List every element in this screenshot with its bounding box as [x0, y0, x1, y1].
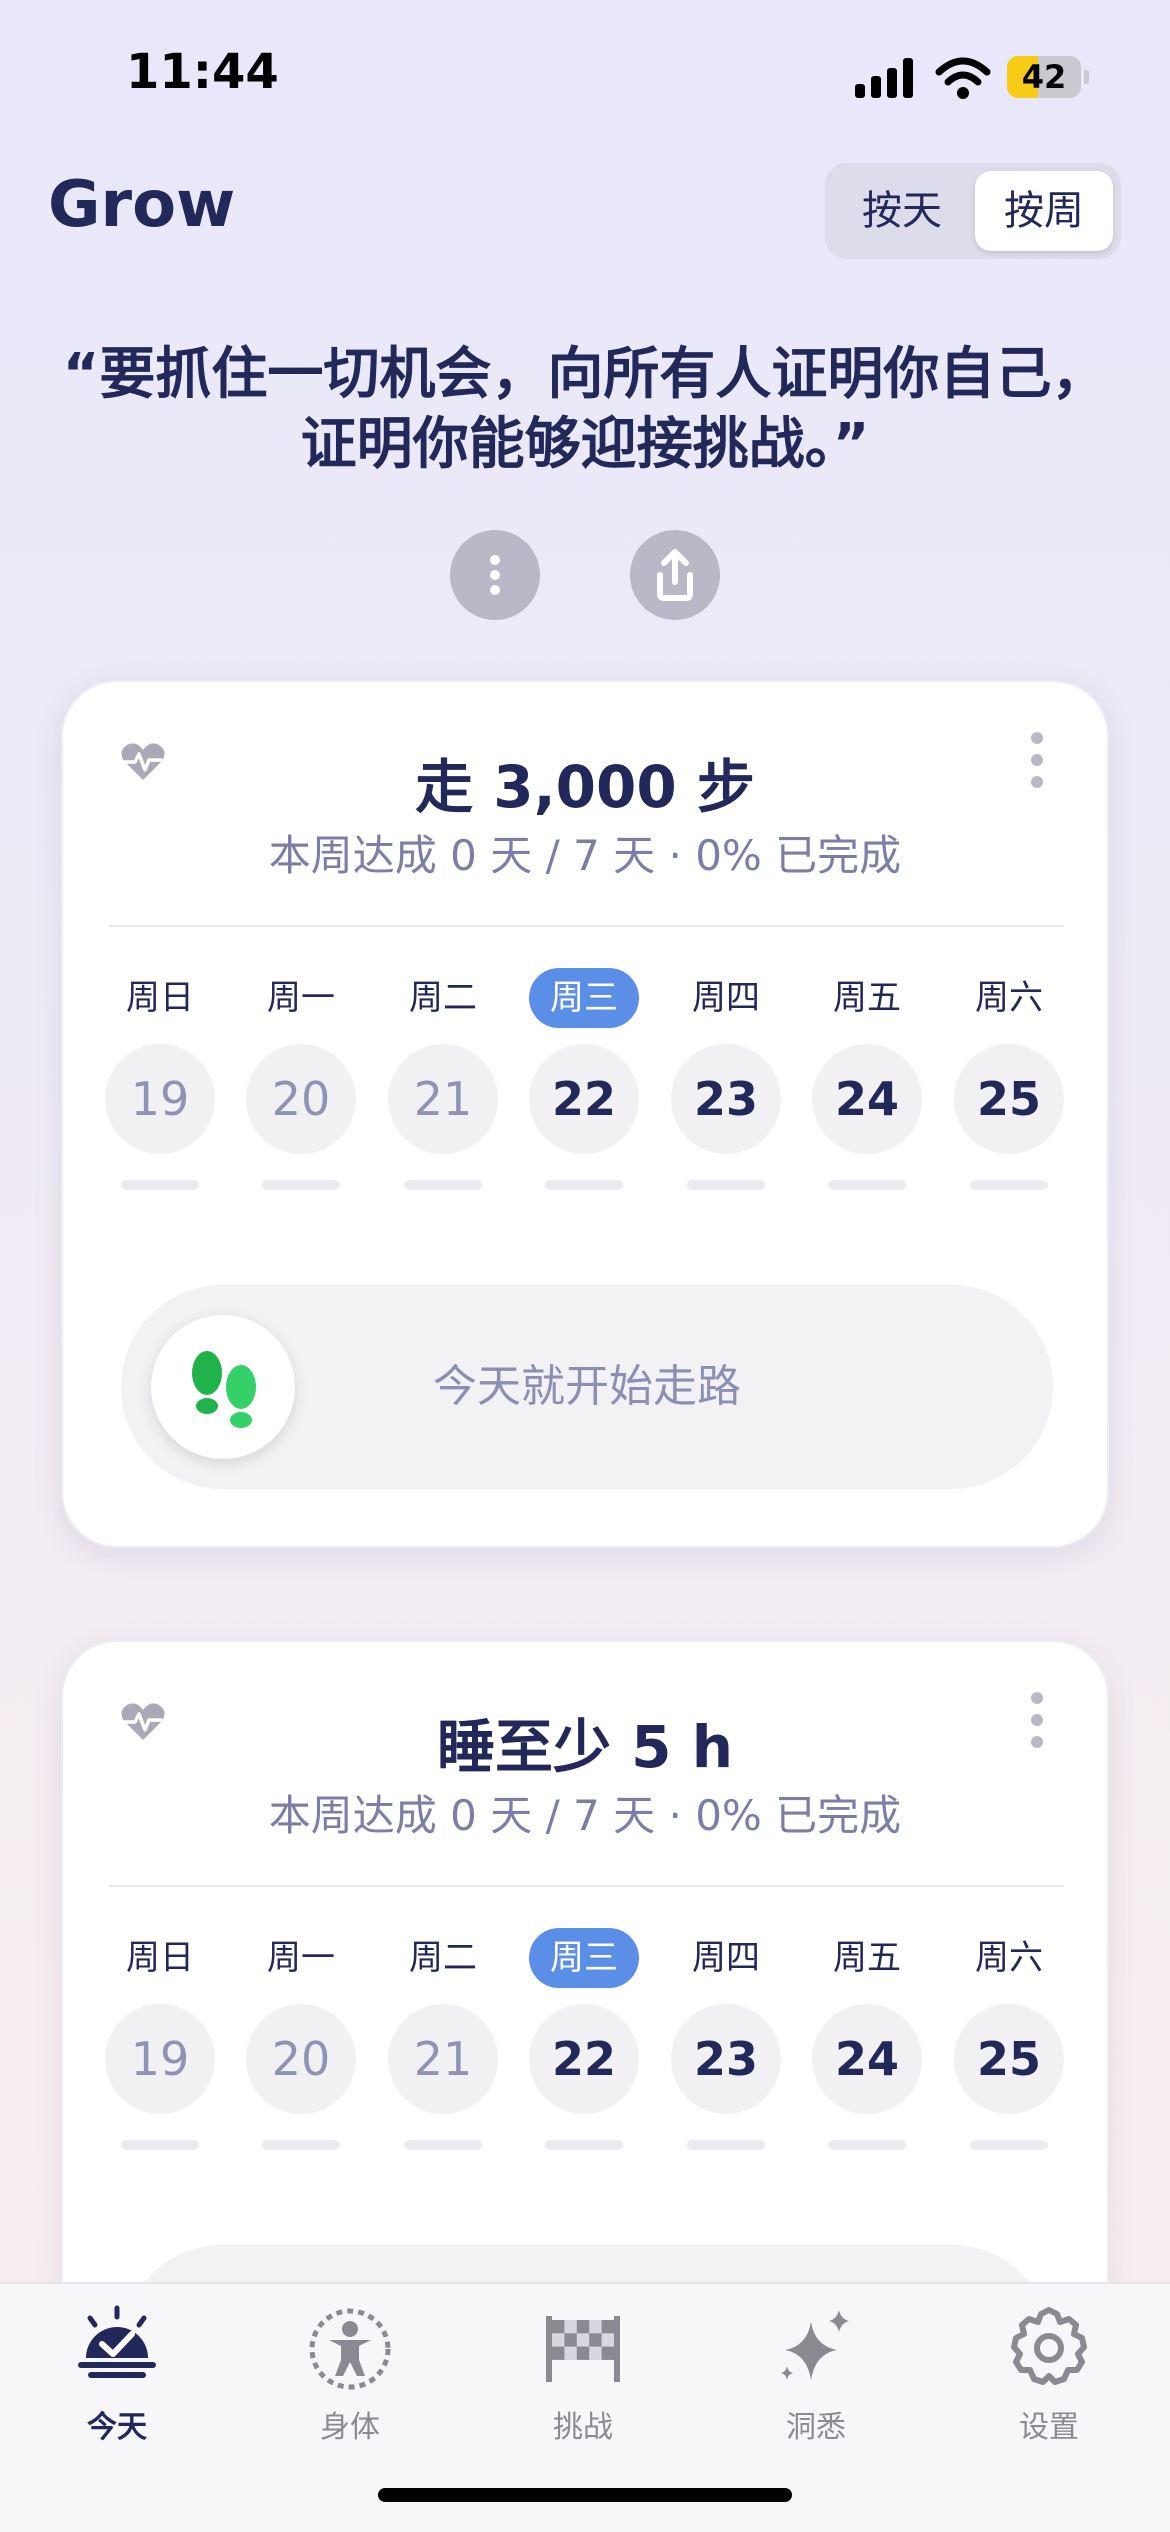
day-progress-bar	[970, 2140, 1048, 2150]
day-progress-bar	[404, 1180, 482, 1190]
share-button[interactable]	[630, 530, 720, 620]
weekday-label-today: 周三	[529, 1928, 639, 1988]
tab-label: 洞悉	[786, 2410, 846, 2445]
weekday-label: 周二	[409, 1938, 477, 1978]
day-number: 19	[105, 2004, 215, 2114]
day-progress-bar	[687, 1180, 765, 1190]
day-progress-bar	[121, 2140, 199, 2150]
tab-insights[interactable]: 洞悉	[736, 2304, 896, 2445]
wifi-icon	[935, 57, 991, 99]
weekday-label: 周四	[692, 978, 760, 1018]
day-number: 24	[812, 2004, 922, 2114]
start-walking-button[interactable]: 今天就开始走路	[121, 1285, 1053, 1489]
tab-body[interactable]: 身体	[270, 2304, 430, 2445]
divider	[109, 1885, 1063, 1887]
weekday-label: 周日	[126, 978, 194, 1018]
footprints-icon	[151, 1315, 295, 1459]
more-options-button[interactable]	[450, 530, 540, 620]
gear-icon	[1011, 2307, 1087, 2385]
day-progress-bar	[262, 1180, 340, 1190]
day-progress-bar	[404, 2140, 482, 2150]
week-row: 周日 19 周一 20 周二 21 周三 22 周四 23 周五 24 周六 2…	[105, 968, 1065, 1228]
week-row: 周日 19 周一 20 周二 21 周三 22 周四 23 周五 24 周六 2…	[105, 1928, 1065, 2188]
day-number: 20	[246, 2004, 356, 2114]
day-column[interactable]: 周二 21	[388, 968, 498, 1208]
today-icon	[78, 2305, 156, 2378]
day-number: 19	[105, 1044, 215, 1154]
status-bar: 11:44 42	[0, 0, 1170, 150]
day-number: 22	[529, 2004, 639, 2114]
tab-label: 身体	[320, 2410, 380, 2445]
day-column[interactable]: 周五 24	[812, 968, 922, 1208]
day-number: 21	[388, 2004, 498, 2114]
day-column[interactable]: 周日 19	[105, 968, 215, 1208]
weekday-label: 周四	[692, 1938, 760, 1978]
motivational-quote: “要抓住一切机会，向所有人证明你自己，证明你能够迎接挑战。”	[62, 342, 1108, 477]
day-column[interactable]: 周六 25	[954, 968, 1064, 1208]
weekday-label-today: 周三	[529, 968, 639, 1028]
weekday-label: 周一	[267, 1938, 335, 1978]
day-number: 23	[671, 2004, 781, 2114]
tab-label: 设置	[1019, 2410, 1079, 2445]
body-icon	[309, 2308, 391, 2390]
day-column-today[interactable]: 周三 22	[529, 1928, 639, 2168]
cellular-signal-icon	[855, 58, 915, 98]
day-progress-bar	[828, 2140, 906, 2150]
sparkle-icon	[781, 2310, 849, 2380]
tab-today[interactable]: 今天	[37, 2304, 197, 2445]
day-column[interactable]: 周五 24	[812, 1928, 922, 2168]
segment-by-day[interactable]: 按天	[833, 171, 971, 251]
day-progress-bar	[545, 2140, 623, 2150]
day-column[interactable]: 周四 23	[671, 968, 781, 1208]
day-number: 25	[954, 2004, 1064, 2114]
day-column[interactable]: 周二 21	[388, 1928, 498, 2168]
view-mode-segmented-control: 按天 按周	[825, 163, 1121, 259]
day-number: 23	[671, 1044, 781, 1154]
weekday-label: 周一	[267, 978, 335, 1018]
day-progress-bar	[121, 1180, 199, 1190]
goal-card-steps[interactable]: 走 3,000 步 本周达成 0 天 / 7 天 · 0% 已完成 周日 19 …	[61, 680, 1109, 1548]
day-column[interactable]: 周一 20	[246, 968, 356, 1208]
weekday-label: 周五	[833, 1938, 901, 1978]
checkered-flag-icon	[546, 2316, 620, 2382]
home-indicator[interactable]	[378, 2488, 792, 2502]
tab-label: 今天	[87, 2410, 147, 2445]
status-time: 11:44	[126, 44, 279, 100]
weekday-label: 周六	[975, 978, 1043, 1018]
segment-by-week[interactable]: 按周	[975, 171, 1113, 251]
day-number: 21	[388, 1044, 498, 1154]
battery-icon: 42	[1007, 56, 1089, 98]
day-progress-bar	[828, 1180, 906, 1190]
day-progress-bar	[262, 2140, 340, 2150]
goal-progress-summary: 本周达成 0 天 / 7 天 · 0% 已完成	[268, 831, 902, 880]
day-progress-bar	[970, 1180, 1048, 1190]
day-number: 24	[812, 1044, 922, 1154]
weekday-label: 周二	[409, 978, 477, 1018]
day-number: 22	[529, 1044, 639, 1154]
app-title: Grow	[48, 168, 236, 242]
day-number: 25	[954, 1044, 1064, 1154]
divider	[109, 925, 1063, 927]
day-column[interactable]: 周六 25	[954, 1928, 1064, 2168]
day-column-today[interactable]: 周三 22	[529, 968, 639, 1208]
tab-label: 挑战	[553, 2410, 613, 2445]
day-progress-bar	[687, 2140, 765, 2150]
goal-title: 走 3,000 步	[415, 753, 755, 821]
day-column[interactable]: 周日 19	[105, 1928, 215, 2168]
goal-title: 睡至少 5 h	[436, 1713, 734, 1781]
weekday-label: 周日	[126, 1938, 194, 1978]
weekday-label: 周六	[975, 1938, 1043, 1978]
more-vertical-icon	[490, 555, 500, 595]
day-progress-bar	[545, 1180, 623, 1190]
battery-level: 42	[1021, 58, 1067, 96]
day-column[interactable]: 周四 23	[671, 1928, 781, 2168]
day-column[interactable]: 周一 20	[246, 1928, 356, 2168]
day-number: 20	[246, 1044, 356, 1154]
share-icon	[657, 549, 693, 601]
weekday-label: 周五	[833, 978, 901, 1018]
tab-settings[interactable]: 设置	[969, 2304, 1129, 2445]
tab-challenge[interactable]: 挑战	[503, 2304, 663, 2445]
goal-progress-summary: 本周达成 0 天 / 7 天 · 0% 已完成	[268, 1791, 902, 1840]
